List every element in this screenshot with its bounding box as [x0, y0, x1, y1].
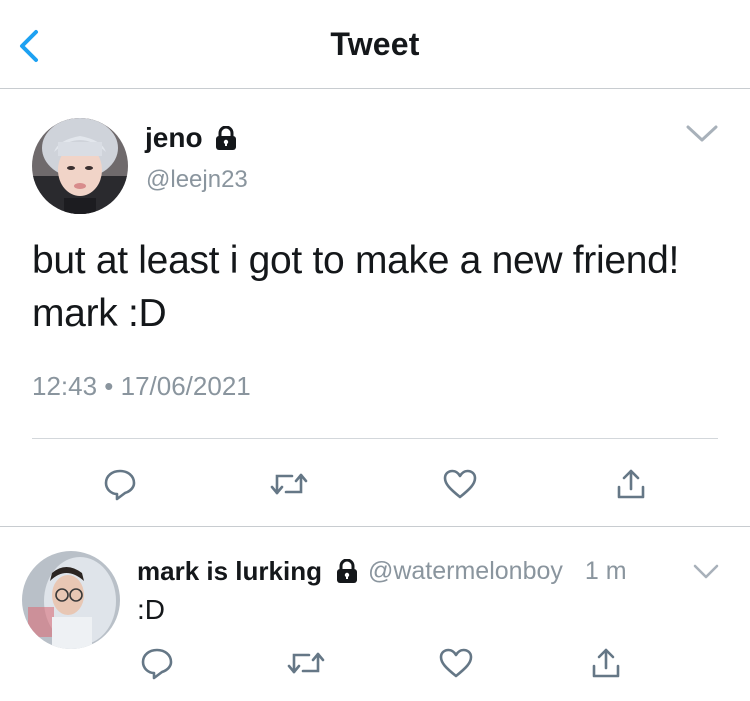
lock-icon: [215, 126, 236, 150]
reply-header: mark is lurking @watermelonboy 1 m: [137, 554, 627, 588]
reply-time: 1 m: [584, 556, 627, 585]
chevron-down-icon: [686, 125, 718, 142]
top-bar: Tweet: [0, 0, 750, 89]
reply-icon: [141, 648, 173, 680]
retweet-button[interactable]: [269, 464, 309, 504]
tweet-menu-button[interactable]: [684, 122, 720, 146]
reply-reply-button[interactable]: [137, 643, 177, 683]
reply-like-button[interactable]: [436, 643, 476, 683]
share-button[interactable]: [611, 464, 651, 504]
section-divider: [0, 526, 750, 527]
lock-icon: [336, 559, 358, 583]
reply-retweet-button[interactable]: [286, 643, 326, 683]
share-icon: [617, 469, 645, 499]
like-icon: [439, 648, 473, 678]
page-title: Tweet: [330, 26, 420, 62]
reply-author-avatar[interactable]: [22, 551, 120, 649]
author-name[interactable]: jeno: [145, 122, 203, 154]
retweet-icon: [270, 473, 308, 495]
reply-icon: [104, 469, 136, 501]
author-name-row: jeno: [145, 122, 237, 154]
chevron-down-icon: [693, 564, 719, 579]
like-icon: [443, 469, 477, 499]
reply-share-button[interactable]: [586, 643, 626, 683]
share-icon: [592, 648, 620, 678]
reply-text: :D: [137, 594, 165, 625]
tweet-timestamp: 12:43 • 17/06/2021: [32, 371, 251, 401]
retweet-icon: [287, 652, 325, 674]
tweet-text: but at least i got to make a new friend!…: [32, 239, 680, 335]
reply-menu-button[interactable]: [692, 562, 720, 582]
reply-button[interactable]: [100, 464, 140, 504]
reply-author-name[interactable]: mark is lurking: [137, 556, 322, 587]
like-button[interactable]: [440, 464, 480, 504]
reply-author-handle[interactable]: @watermelonboy: [368, 557, 563, 586]
author-avatar[interactable]: [32, 118, 128, 214]
author-handle[interactable]: @leejn23: [146, 166, 248, 194]
divider: [32, 438, 718, 439]
